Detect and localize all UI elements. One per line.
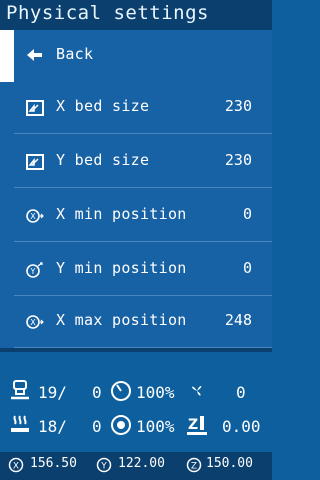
hotend-current-temp: 19/ [38, 383, 67, 402]
z-offset-value: 0.00 [222, 417, 261, 436]
menu-item-value: 230 [224, 97, 252, 115]
z-position: 150.00 [206, 456, 253, 471]
hotend-target-temp: 0 [92, 383, 102, 402]
back-label: Back [56, 45, 94, 63]
z-offset-icon: Z [187, 416, 207, 435]
z-axis-icon: Z [186, 457, 202, 473]
svg-text:X: X [30, 212, 36, 221]
hotend-icon [11, 380, 29, 400]
x-position: 156.50 [30, 456, 77, 471]
menu-item-value: 248 [224, 311, 252, 329]
settings-menu: Back X bed size 230 Y bed size 230 X X m… [0, 30, 272, 348]
bed-size-icon [26, 100, 44, 116]
svg-text:X: X [13, 462, 19, 472]
flow-rate-icon [111, 415, 131, 435]
speed-gauge-icon [111, 381, 131, 401]
x-axis-icon: X [8, 457, 24, 473]
svg-text:Y: Y [30, 267, 36, 276]
menu-item-x-max-position[interactable]: X X max position 248 [0, 296, 272, 348]
bed-current-temp: 18/ [38, 417, 67, 436]
menu-item-label: X min position [56, 205, 187, 223]
svg-text:X: X [30, 318, 36, 327]
heated-bed-icon [11, 415, 29, 432]
bed-size-icon [26, 154, 44, 170]
axis-y-icon: Y [26, 262, 43, 278]
menu-item-label: X bed size [56, 97, 150, 115]
selection-indicator [0, 30, 14, 82]
back-button[interactable]: Back [0, 30, 272, 82]
y-position: 122.00 [118, 456, 165, 471]
svg-text:Z: Z [191, 462, 197, 472]
back-arrow-icon [27, 49, 42, 61]
menu-item-x-min-position[interactable]: X X min position 0 [0, 190, 272, 242]
svg-text:Y: Y [100, 462, 107, 472]
menu-item-y-min-position[interactable]: Y Y min position 0 [0, 244, 272, 296]
bed-target-temp: 0 [92, 417, 102, 436]
menu-item-value: 0 [242, 259, 252, 277]
menu-item-x-bed-size[interactable]: X bed size 230 [0, 82, 272, 134]
fan-icon [192, 386, 202, 396]
menu-item-label: Y bed size [56, 151, 150, 169]
title-bar: Physical settings [0, 0, 272, 30]
axis-x-icon: X [26, 209, 44, 223]
menu-item-y-bed-size[interactable]: Y bed size 230 [0, 136, 272, 188]
flow-rate: 100% [136, 417, 175, 436]
print-speed: 100% [136, 383, 175, 402]
menu-item-label: X max position [56, 311, 187, 329]
svg-text:Z: Z [188, 417, 198, 433]
axis-x-icon: X [26, 315, 44, 329]
menu-item-value: 0 [242, 205, 252, 223]
page-title: Physical settings [6, 2, 209, 24]
fan-speed: 0 [236, 383, 246, 402]
menu-item-value: 230 [224, 151, 252, 169]
y-axis-icon: Y [96, 457, 112, 473]
menu-item-label: Y min position [56, 259, 187, 277]
